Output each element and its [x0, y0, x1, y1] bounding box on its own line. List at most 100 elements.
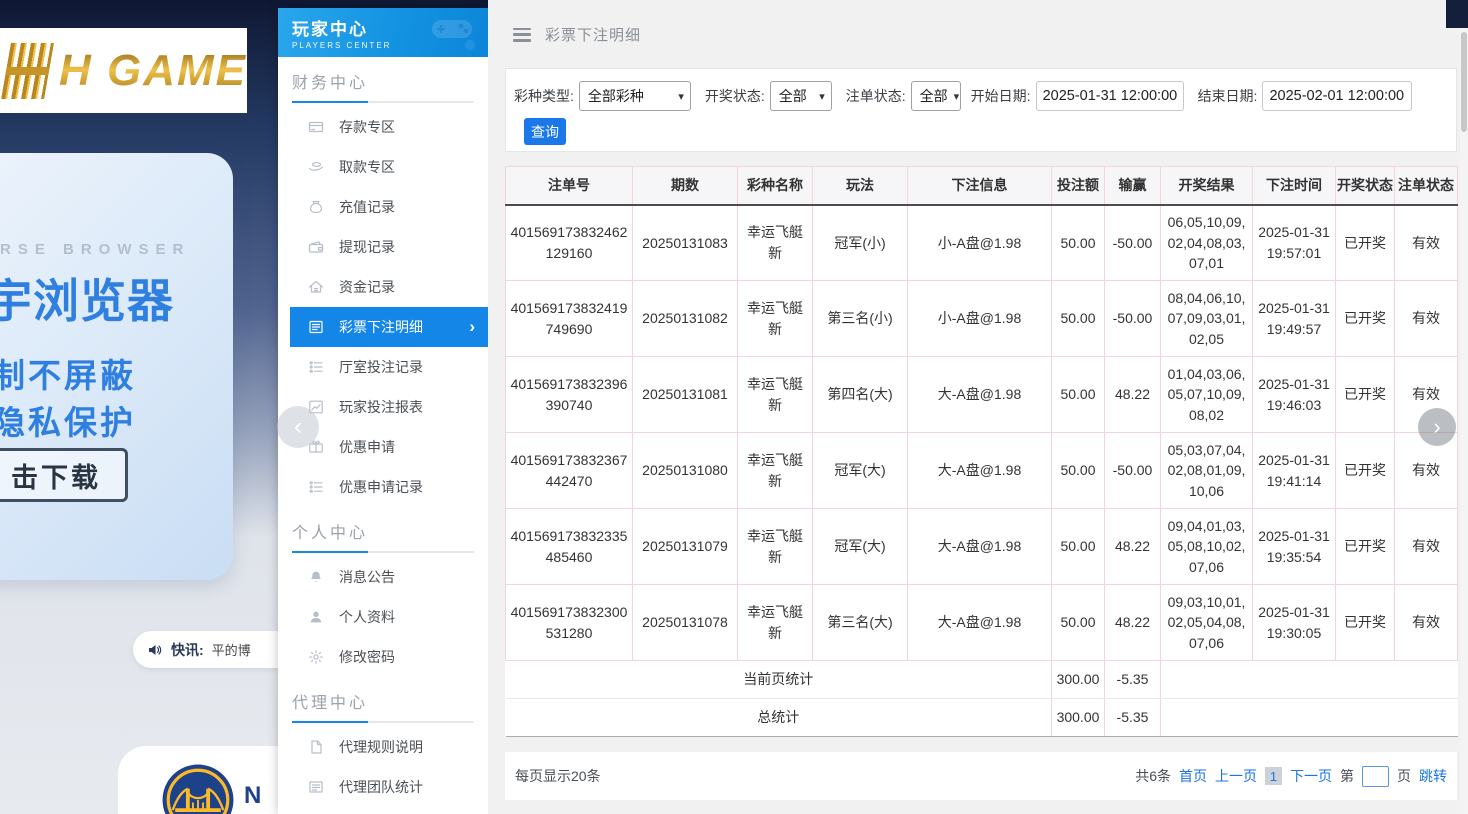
sidebar-item-room-record[interactable]: 厅室投注记录 — [278, 347, 488, 387]
sidebar-item-fund-record[interactable]: 资金记录 — [278, 267, 488, 307]
cell-play: 冠军(大) — [813, 509, 908, 585]
col-header-bet-info: 下注信息 — [908, 167, 1052, 205]
main-content: 彩票下注明细 彩种类型: 全部彩种▾ 开奖状态: 全部▾ 注单状态: 全部▾ 开… — [488, 0, 1468, 814]
start-date-input[interactable] — [1036, 81, 1184, 111]
draw-status-label: 开奖状态: — [705, 86, 765, 106]
cell-period: 20250131083 — [633, 205, 738, 281]
table-row: 40156917383246212916020250131083幸运飞艇新冠军(… — [506, 205, 1458, 281]
order-status-select[interactable]: 全部▾ — [911, 81, 961, 111]
scrollbar-thumb[interactable] — [1461, 32, 1467, 132]
sidebar-item-deposit-card[interactable]: 存款专区 — [278, 107, 488, 147]
cell-play: 第三名(小) — [813, 281, 908, 357]
cell-order-no: 401569173832335485460 — [506, 509, 633, 585]
recharge-bag-icon — [308, 199, 324, 215]
section-divider — [292, 101, 474, 103]
cell-order-status: 有效 — [1395, 509, 1458, 585]
nba-text: N — [244, 782, 261, 810]
sidebar-item-bet-detail[interactable]: 彩票下注明细› — [290, 307, 488, 347]
cell-draw-result: 05,03,07,04,02,08,01,09,10,06 — [1161, 433, 1253, 509]
sidebar-item-withdraw-record[interactable]: 提现记录 — [278, 227, 488, 267]
search-button[interactable]: 查询 — [524, 118, 566, 145]
sidebar-item-password-gear[interactable]: 修改密码 — [278, 637, 488, 677]
sidebar-item-label: 彩票下注明细 — [339, 317, 423, 337]
browser-ad-banner[interactable]: RSE BROWSER 宇浏览器 制不屏蔽 隐私保护 击下载 — [0, 153, 233, 580]
cell-bet-time: 2025-01-31 19:49:57 — [1253, 281, 1336, 357]
caret-down-icon: ▾ — [819, 90, 825, 103]
cell-draw-status: 已开奖 — [1336, 433, 1395, 509]
cell-period: 20250131079 — [633, 509, 738, 585]
sidebar-item-label: 存款专区 — [339, 117, 395, 137]
ad-slogan-2: 隐私保护 — [0, 396, 136, 444]
total-summary-row: 总统计300.00-5.35 — [506, 699, 1458, 737]
current-page-indicator[interactable]: 1 — [1265, 767, 1282, 785]
cell-period: 20250131078 — [633, 585, 738, 661]
menu-toggle-icon[interactable] — [513, 28, 531, 42]
promo-record-icon — [308, 479, 324, 495]
bet-detail-icon — [308, 319, 324, 335]
cell-bet-info: 大-A盘@1.98 — [908, 585, 1052, 661]
ad-subtitle: RSE BROWSER — [0, 241, 190, 258]
col-header-order-no: 注单号 — [506, 167, 633, 205]
ticker-label: 快讯: — [171, 640, 204, 660]
cell-draw-status: 已开奖 — [1336, 205, 1395, 281]
cell-bet-amount: 50.00 — [1052, 205, 1105, 281]
col-header-draw-status: 开奖状态 — [1336, 167, 1395, 205]
sidebar-item-agent-team[interactable]: 代理团队统计 — [278, 767, 488, 807]
summary-win-loss: -5.35 — [1105, 661, 1161, 699]
cell-period: 20250131081 — [633, 357, 738, 433]
cell-order-no: 401569173832419749690 — [506, 281, 633, 357]
summary-bet-amount: 300.00 — [1052, 699, 1105, 737]
caret-down-icon: ▾ — [954, 90, 960, 103]
table-row: 40156917383239639074020250131081幸运飞艇新第四名… — [506, 357, 1458, 433]
prev-page-link[interactable]: 上一页 — [1215, 766, 1257, 786]
first-page-link[interactable]: 首页 — [1179, 766, 1207, 786]
sidebar-item-profile-user[interactable]: 个人资料 — [278, 597, 488, 637]
col-header-draw-result: 开奖结果 — [1161, 167, 1253, 205]
jump-suffix-label: 页 — [1397, 766, 1411, 786]
end-date-input[interactable] — [1262, 81, 1412, 111]
jump-button[interactable]: 跳转 — [1419, 766, 1447, 786]
sidebar-item-recharge-bag[interactable]: 充值记录 — [278, 187, 488, 227]
sidebar-item-label: 代理规则说明 — [339, 737, 423, 757]
site-logo: H GAME — [0, 28, 247, 113]
summary-empty — [1161, 699, 1458, 737]
ad-download-button[interactable]: 击下载 — [0, 448, 128, 502]
per-page-label: 每页显示20条 — [515, 766, 601, 786]
cell-bet-time: 2025-01-31 19:46:03 — [1253, 357, 1336, 433]
cell-draw-status: 已开奖 — [1336, 509, 1395, 585]
sidebar-item-promo-record[interactable]: 优惠申请记录 — [278, 467, 488, 507]
cell-order-no: 401569173832367442470 — [506, 433, 633, 509]
cell-play: 第四名(大) — [813, 357, 908, 433]
cell-bet-amount: 50.00 — [1052, 433, 1105, 509]
page-title: 彩票下注明细 — [545, 24, 641, 45]
col-header-play: 玩法 — [813, 167, 908, 205]
cell-lottery-name: 幸运飞艇新 — [738, 509, 813, 585]
sidebar-item-notice-bell[interactable]: 消息公告 — [278, 557, 488, 597]
sidebar-item-agent-rule[interactable]: 代理规则说明 — [278, 727, 488, 767]
sidebar-item-withdraw-hand[interactable]: 取款专区 — [278, 147, 488, 187]
sidebar-item-label: 提现记录 — [339, 237, 395, 257]
carousel-prev-button[interactable]: ‹ — [277, 406, 319, 448]
withdraw-hand-icon — [308, 159, 324, 175]
breadcrumb-bar: 彩票下注明细 — [513, 24, 641, 45]
carousel-next-button[interactable]: › — [1418, 408, 1456, 446]
jump-page-input[interactable] — [1362, 766, 1389, 787]
cell-draw-status: 已开奖 — [1336, 585, 1395, 661]
cell-win-loss: -50.00 — [1105, 205, 1161, 281]
agent-rule-icon — [308, 739, 324, 755]
speaker-icon — [147, 642, 163, 658]
cell-draw-status: 已开奖 — [1336, 281, 1395, 357]
sidebar-header: 玩家中心 PLAYERS CENTER — [278, 8, 488, 57]
next-page-link[interactable]: 下一页 — [1290, 766, 1332, 786]
summary-empty — [1161, 661, 1458, 699]
section-divider — [292, 721, 474, 723]
cell-bet-info: 小-A盘@1.98 — [908, 281, 1052, 357]
fund-record-icon — [308, 279, 324, 295]
lottery-type-select[interactable]: 全部彩种▾ — [579, 81, 691, 111]
cell-lottery-name: 幸运飞艇新 — [738, 585, 813, 661]
cell-bet-time: 2025-01-31 19:30:05 — [1253, 585, 1336, 661]
bet-table: 注单号期数彩种名称玩法下注信息投注额输赢开奖结果下注时间开奖状态注单状态 401… — [505, 166, 1458, 737]
page-scrollbar[interactable] — [1460, 28, 1468, 814]
draw-status-select[interactable]: 全部▾ — [770, 81, 832, 111]
total-count: 共6条 — [1135, 766, 1171, 786]
